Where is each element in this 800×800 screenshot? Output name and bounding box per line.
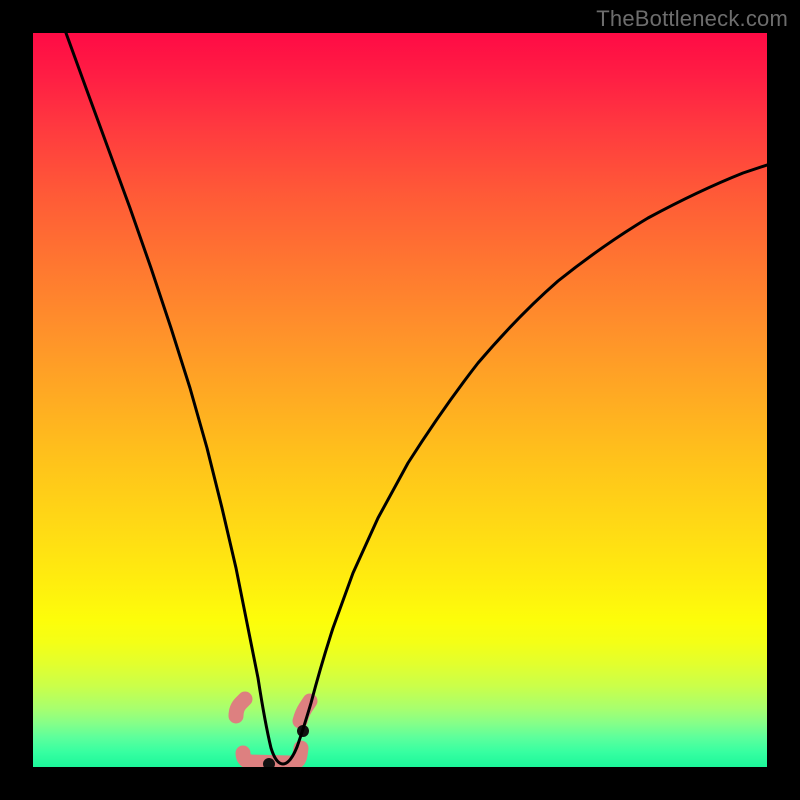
plot-area <box>33 33 767 767</box>
chart-frame: TheBottleneck.com <box>0 0 800 800</box>
bottleneck-curve <box>66 33 767 764</box>
curve-layer <box>33 33 767 767</box>
watermark-text: TheBottleneck.com <box>596 6 788 32</box>
